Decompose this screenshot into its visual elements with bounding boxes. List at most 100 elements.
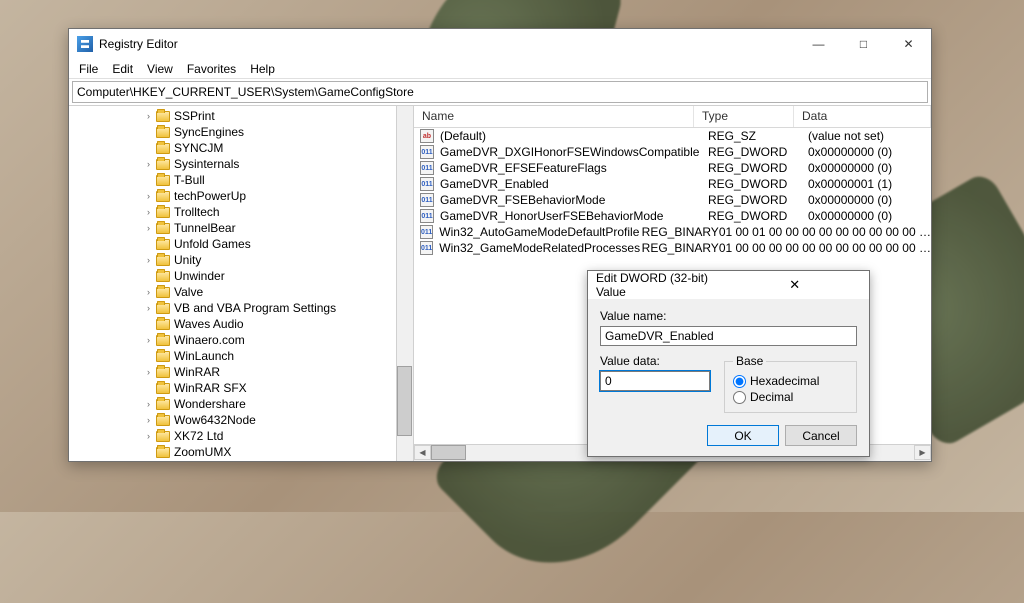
tree-label: TunnelBear	[174, 221, 236, 235]
list-row[interactable]: 011GameDVR_EnabledREG_DWORD0x00000001 (1…	[414, 176, 931, 192]
tree-item[interactable]: ›Wow6432Node	[69, 412, 413, 428]
folder-icon	[156, 335, 170, 346]
scroll-thumb[interactable]	[397, 366, 412, 436]
tree-twisty-icon[interactable]	[143, 319, 154, 330]
tree-item[interactable]: ›techPowerUp	[69, 188, 413, 204]
list-row[interactable]: 011Win32_GameModeRelatedProcessesREG_BIN…	[414, 240, 931, 256]
tree-twisty-icon[interactable]: ›	[143, 255, 154, 266]
tree-label: SYNCJM	[174, 141, 223, 155]
col-data[interactable]: Data	[794, 106, 931, 127]
tree-item[interactable]: › WinRAR	[69, 364, 413, 380]
tree-twisty-icon[interactable]	[143, 447, 154, 458]
tree-twisty-icon[interactable]	[143, 143, 154, 154]
titlebar[interactable]: Registry Editor — □ ✕	[69, 29, 931, 59]
list-row[interactable]: 011GameDVR_FSEBehaviorModeREG_DWORD0x000…	[414, 192, 931, 208]
ok-button[interactable]: OK	[707, 425, 779, 446]
tree-pane[interactable]: ›SSPrintSyncEnginesSYNCJM›SysinternalsT-…	[69, 106, 414, 461]
value-data-field[interactable]	[600, 371, 710, 391]
tree-item[interactable]: ZoomUMX	[69, 444, 413, 460]
tree-item[interactable]: T-Bull	[69, 172, 413, 188]
tree-label: Wondershare	[174, 397, 246, 411]
tree-item[interactable]: › Wondershare	[69, 396, 413, 412]
tree-item[interactable]: Unwinder	[69, 268, 413, 284]
dialog-close-button[interactable]: ✕	[729, 277, 862, 293]
tree-twisty-icon[interactable]: ›	[143, 223, 154, 234]
address-bar[interactable]: Computer\HKEY_CURRENT_USER\System\GameCo…	[72, 81, 928, 103]
tree-item[interactable]: ›VB and VBA Program Settings	[69, 300, 413, 316]
folder-icon	[156, 431, 170, 442]
tree-item[interactable]: WinRAR SFX	[69, 380, 413, 396]
tree-twisty-icon[interactable]: ›	[143, 399, 154, 410]
tree-item[interactable]: ›Winaero.com	[69, 332, 413, 348]
tree-twisty-icon[interactable]: ›	[143, 159, 154, 170]
list-row[interactable]: 011GameDVR_EFSEFeatureFlagsREG_DWORD0x00…	[414, 160, 931, 176]
scroll-thumb[interactable]	[431, 445, 466, 460]
tree-item[interactable]: SYNCJM	[69, 140, 413, 156]
list-row[interactable]: 011GameDVR_DXGIHonorFSEWindowsCompatible…	[414, 144, 931, 160]
tree-item[interactable]: SyncEngines	[69, 124, 413, 140]
value-name-field[interactable]	[600, 326, 857, 346]
scroll-right-icon[interactable]: ▶	[914, 445, 931, 460]
tree-twisty-icon[interactable]: ›	[143, 111, 154, 122]
tree-twisty-icon[interactable]	[143, 351, 154, 362]
minimize-button[interactable]: —	[796, 29, 841, 59]
tree-item[interactable]: ›Valve	[69, 284, 413, 300]
list-header: Name Type Data	[414, 106, 931, 128]
radio-dec[interactable]: Decimal	[733, 390, 848, 404]
tree-item[interactable]: ⌄System	[69, 460, 413, 461]
tree-twisty-icon[interactable]	[143, 239, 154, 250]
tree-vertical-scrollbar[interactable]	[396, 106, 413, 461]
dialog-titlebar[interactable]: Edit DWORD (32-bit) Value ✕	[588, 271, 869, 299]
radio-hex[interactable]: Hexadecimal	[733, 374, 848, 388]
folder-icon	[156, 287, 170, 298]
tree-twisty-icon[interactable]: ›	[143, 335, 154, 346]
tree-label: WinRAR	[174, 365, 220, 379]
menu-view[interactable]: View	[147, 62, 173, 76]
radio-dec-input[interactable]	[733, 391, 746, 404]
tree-twisty-icon[interactable]: ›	[143, 415, 154, 426]
cancel-button[interactable]: Cancel	[785, 425, 857, 446]
tree-item[interactable]: ›Trolltech	[69, 204, 413, 220]
tree-item[interactable]: Waves Audio	[69, 316, 413, 332]
folder-icon	[156, 223, 170, 234]
maximize-button[interactable]: □	[841, 29, 886, 59]
tree-twisty-icon[interactable]: ›	[143, 191, 154, 202]
folder-icon	[156, 399, 170, 410]
list-row[interactable]: ab(Default)REG_SZ(value not set)	[414, 128, 931, 144]
tree-twisty-icon[interactable]: ›	[143, 431, 154, 442]
tree-item[interactable]: ›XK72 Ltd	[69, 428, 413, 444]
tree-item[interactable]: Unfold Games	[69, 236, 413, 252]
cell-name: GameDVR_EFSEFeatureFlags	[440, 161, 708, 175]
tree-twisty-icon[interactable]	[143, 271, 154, 282]
list-row[interactable]: 011GameDVR_HonorUserFSEBehaviorModeREG_D…	[414, 208, 931, 224]
tree-twisty-icon[interactable]: ›	[143, 207, 154, 218]
tree-twisty-icon[interactable]: ›	[143, 303, 154, 314]
tree-twisty-icon[interactable]: ›	[143, 367, 154, 378]
tree-item[interactable]: WinLaunch	[69, 348, 413, 364]
tree-twisty-icon[interactable]	[143, 383, 154, 394]
tree-label: ZoomUMX	[174, 445, 231, 459]
menu-file[interactable]: File	[79, 62, 98, 76]
tree-item[interactable]: ›Unity	[69, 252, 413, 268]
close-button[interactable]: ✕	[886, 29, 931, 59]
tree-twisty-icon[interactable]: ›	[143, 287, 154, 298]
col-name[interactable]: Name	[414, 106, 694, 127]
binary-value-icon: 011	[420, 177, 434, 191]
radio-hex-input[interactable]	[733, 375, 746, 388]
base-legend: Base	[733, 354, 766, 368]
tree-item[interactable]: › TunnelBear	[69, 220, 413, 236]
scroll-left-icon[interactable]: ◀	[414, 445, 431, 460]
menu-favorites[interactable]: Favorites	[187, 62, 236, 76]
tree-twisty-icon[interactable]	[143, 127, 154, 138]
folder-icon	[156, 255, 170, 266]
menu-edit[interactable]: Edit	[112, 62, 133, 76]
folder-icon	[156, 111, 170, 122]
col-type[interactable]: Type	[694, 106, 794, 127]
tree-item[interactable]: ›Sysinternals	[69, 156, 413, 172]
tree-twisty-icon[interactable]	[143, 175, 154, 186]
tree-item[interactable]: ›SSPrint	[69, 108, 413, 124]
list-row[interactable]: 011Win32_AutoGameModeDefaultProfileREG_B…	[414, 224, 931, 240]
menu-help[interactable]: Help	[250, 62, 275, 76]
dialog-title: Edit DWORD (32-bit) Value	[596, 271, 729, 299]
folder-icon	[156, 127, 170, 138]
